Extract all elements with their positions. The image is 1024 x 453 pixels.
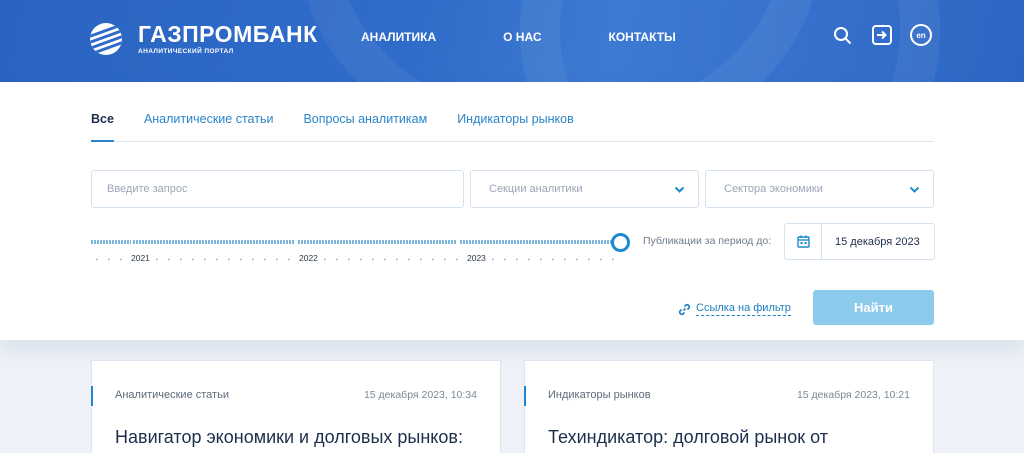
tab-market-indicators[interactable]: Индикаторы рынков (457, 112, 574, 142)
chevron-down-icon (674, 186, 685, 193)
section-select-placeholder: Секции аналитики (489, 183, 583, 195)
card-date: 15 декабря 2023, 10:34 (363, 389, 477, 401)
tab-analytic-articles[interactable]: Аналитические статьи (144, 112, 274, 142)
filter-link[interactable]: Ссылка на фильтр (678, 302, 791, 316)
chevron-down-icon (909, 186, 920, 193)
date-picker[interactable]: 15 декабря 2023 (784, 223, 935, 260)
logo-subtitle: АНАЛИТИЧЕСКИЙ ПОРТАЛ (138, 48, 234, 55)
timeline-slider[interactable]: 2021 2022 2023 (91, 232, 631, 272)
timeline-track[interactable] (91, 240, 615, 244)
calendar-icon (785, 224, 822, 259)
card-date: 15 декабря 2023, 10:21 (796, 389, 910, 401)
logo-title: ГАЗПРОМБАНК (138, 21, 318, 47)
link-icon (678, 303, 691, 315)
selected-date: 15 декабря 2023 (835, 235, 920, 248)
filter-link-label: Ссылка на фильтр (696, 302, 791, 316)
header-actions: en (831, 24, 932, 46)
logo[interactable]: ГАЗПРОМБАНК АНАЛИТИЧЕСКИЙ ПОРТАЛ (90, 22, 318, 55)
search-input[interactable] (107, 183, 463, 195)
search-icon[interactable] (831, 24, 853, 46)
timeline-year-label: 2021 (129, 253, 152, 263)
language-icon[interactable]: en (910, 24, 932, 46)
card-accent (91, 386, 93, 406)
timeline-ticks (91, 258, 615, 261)
sector-select-placeholder: Сектора экономики (724, 183, 823, 195)
card-title[interactable]: Навигатор экономики и долговых рынков: 1… (115, 425, 485, 453)
card-category[interactable]: Индикаторы рынков (548, 389, 651, 401)
card-accent (524, 386, 526, 406)
section-select[interactable]: Секции аналитики (470, 170, 699, 208)
sector-select[interactable]: Сектора экономики (705, 170, 934, 208)
filter-panel: Все Аналитические статьи Вопросы аналити… (0, 82, 1024, 340)
timeline-year-label: 2023 (465, 253, 488, 263)
login-icon[interactable] (871, 24, 893, 46)
find-button[interactable]: Найти (813, 290, 934, 325)
article-card[interactable]: Индикаторы рынков 15 декабря 2023, 10:21… (524, 360, 934, 453)
tab-analyst-questions[interactable]: Вопросы аналитикам (303, 112, 427, 142)
timeline-handle[interactable] (611, 233, 630, 252)
nav-analytics[interactable]: АНАЛИТИКА (361, 30, 436, 44)
article-card[interactable]: Аналитические статьи 15 декабря 2023, 10… (91, 360, 501, 453)
period-label: Публикации за период до: (643, 235, 772, 247)
card-title[interactable]: Техиндикатор: долговой рынок от 15.12.20… (548, 425, 918, 453)
timeline-year-label: 2022 (297, 253, 320, 263)
logo-globe-icon (90, 22, 122, 55)
site-header: ГАЗПРОМБАНК АНАЛИТИЧЕСКИЙ ПОРТАЛ АНАЛИТИ… (0, 0, 1024, 82)
nav-about[interactable]: О НАС (503, 30, 541, 44)
search-field (91, 170, 464, 208)
card-category[interactable]: Аналитические статьи (115, 389, 229, 401)
main-nav: АНАЛИТИКА О НАС КОНТАКТЫ (361, 30, 676, 44)
tab-all[interactable]: Все (91, 112, 114, 142)
nav-contacts[interactable]: КОНТАКТЫ (609, 30, 676, 44)
category-tabs: Все Аналитические статьи Вопросы аналити… (91, 112, 934, 142)
